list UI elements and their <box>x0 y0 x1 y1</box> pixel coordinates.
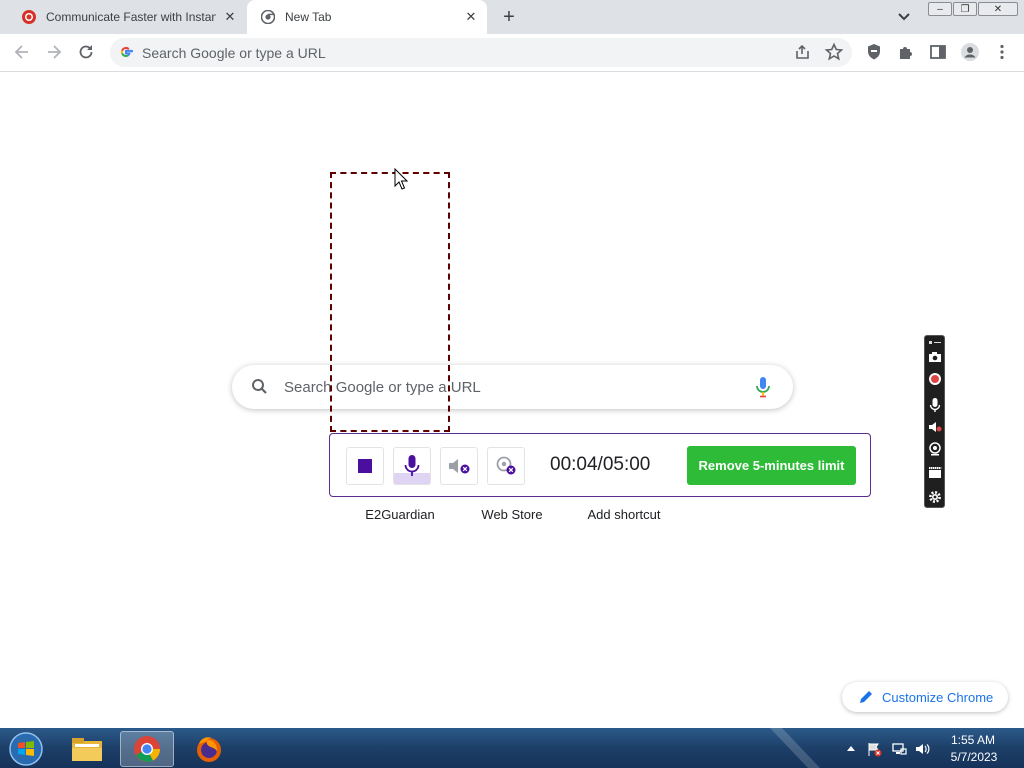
clock-date[interactable]: 5/7/2023 <box>947 750 1001 764</box>
forward-icon[interactable] <box>44 42 64 62</box>
menu-kebab-icon[interactable] <box>992 42 1012 62</box>
side-webcam-icon[interactable] <box>928 442 942 456</box>
screen-recording-selection-area[interactable] <box>330 172 450 432</box>
browser-toolbar: Search Google or type a URL <box>0 34 1024 72</box>
restore-button[interactable]: ❐ <box>953 2 977 16</box>
record-favicon-icon <box>22 10 36 24</box>
ntp-search-box[interactable]: Search Google or type a URL <box>232 365 793 409</box>
voice-search-mic-icon[interactable] <box>754 376 772 398</box>
search-icon <box>252 379 267 394</box>
windows-start-button-icon[interactable] <box>6 730 46 768</box>
side-panel-icon[interactable] <box>928 42 948 62</box>
mouse-cursor-icon <box>394 168 408 190</box>
tray-network-icon[interactable] <box>891 741 907 757</box>
drag-handle-icon[interactable] <box>928 340 942 346</box>
folder-icon <box>72 738 102 761</box>
clock-time[interactable]: 1:55 AM <box>949 733 997 747</box>
tab-new-tab[interactable]: New Tab ✕ <box>247 0 487 34</box>
minimize-button[interactable]: ‒ <box>928 2 952 16</box>
side-window-icon[interactable] <box>928 466 942 480</box>
tab-title: New Tab <box>285 10 332 24</box>
side-speaker-icon[interactable] <box>928 420 942 434</box>
new-tab-button[interactable]: + <box>498 6 520 28</box>
webcam-off-button[interactable] <box>487 447 525 485</box>
extensions-puzzle-icon[interactable] <box>896 42 916 62</box>
customize-label: Customize Chrome <box>882 689 994 705</box>
taskbar-chrome[interactable] <box>120 731 174 767</box>
chrome-favicon-icon <box>261 10 275 24</box>
back-icon[interactable] <box>12 42 32 62</box>
tray-action-center-flag-icon[interactable] <box>866 741 882 757</box>
speaker-muted-icon <box>449 459 470 474</box>
customize-chrome-button[interactable]: Customize Chrome <box>842 682 1008 712</box>
shortcut-web-store[interactable]: Web Store <box>472 507 552 522</box>
taskbar-glare-decoration <box>770 728 820 768</box>
share-icon[interactable] <box>792 42 812 62</box>
microphone-toggle-button[interactable] <box>393 447 431 485</box>
omnibox-placeholder: Search Google or type a URL <box>142 45 326 61</box>
remove-limit-button[interactable]: Remove 5-minutes limit <box>687 446 856 485</box>
tab-strip: Communicate Faster with Instant ✕ New Ta… <box>0 0 1024 34</box>
bookmark-star-icon[interactable] <box>824 42 844 62</box>
profile-avatar-icon[interactable] <box>960 42 980 62</box>
pencil-icon <box>860 691 872 703</box>
close-tab-icon[interactable]: ✕ <box>463 9 479 25</box>
taskbar-file-explorer[interactable] <box>60 731 114 767</box>
close-window-button[interactable]: ✕ <box>978 2 1018 16</box>
shortcut-e2guardian[interactable]: E2Guardian <box>358 507 442 522</box>
google-g-icon <box>120 46 133 57</box>
tab-communicate[interactable]: Communicate Faster with Instant ✕ <box>8 0 246 34</box>
recording-timer: 00:04/05:00 <box>550 454 651 475</box>
shortcut-add[interactable]: Add shortcut <box>580 507 668 522</box>
record-icon[interactable] <box>928 372 942 386</box>
reload-icon[interactable] <box>76 42 96 62</box>
recorder-control-panel: 00:04/05:00 Remove 5-minutes limit <box>329 433 871 497</box>
tray-volume-icon[interactable] <box>914 741 930 757</box>
shield-extension-icon[interactable] <box>864 42 884 62</box>
tray-show-hidden-icon[interactable] <box>843 741 859 757</box>
microphone-icon <box>404 455 420 476</box>
tab-search-chevron-icon[interactable] <box>895 8 913 26</box>
recorder-side-toolbar <box>924 335 945 508</box>
omnibox[interactable]: Search Google or type a URL <box>110 38 852 67</box>
webcam-off-icon <box>496 456 516 475</box>
side-settings-gear-icon[interactable] <box>928 490 942 504</box>
close-tab-icon[interactable]: ✕ <box>222 9 238 25</box>
firefox-logo-icon <box>197 737 221 762</box>
taskbar-firefox[interactable] <box>182 731 236 767</box>
stop-recording-button[interactable] <box>346 447 384 485</box>
system-audio-muted-button[interactable] <box>440 447 478 485</box>
stop-square-icon <box>358 459 372 473</box>
screenshot-camera-icon[interactable] <box>928 350 942 364</box>
chrome-logo-icon <box>134 736 160 762</box>
tab-title: Communicate Faster with Instant <box>46 10 216 24</box>
side-mic-icon[interactable] <box>928 398 942 412</box>
